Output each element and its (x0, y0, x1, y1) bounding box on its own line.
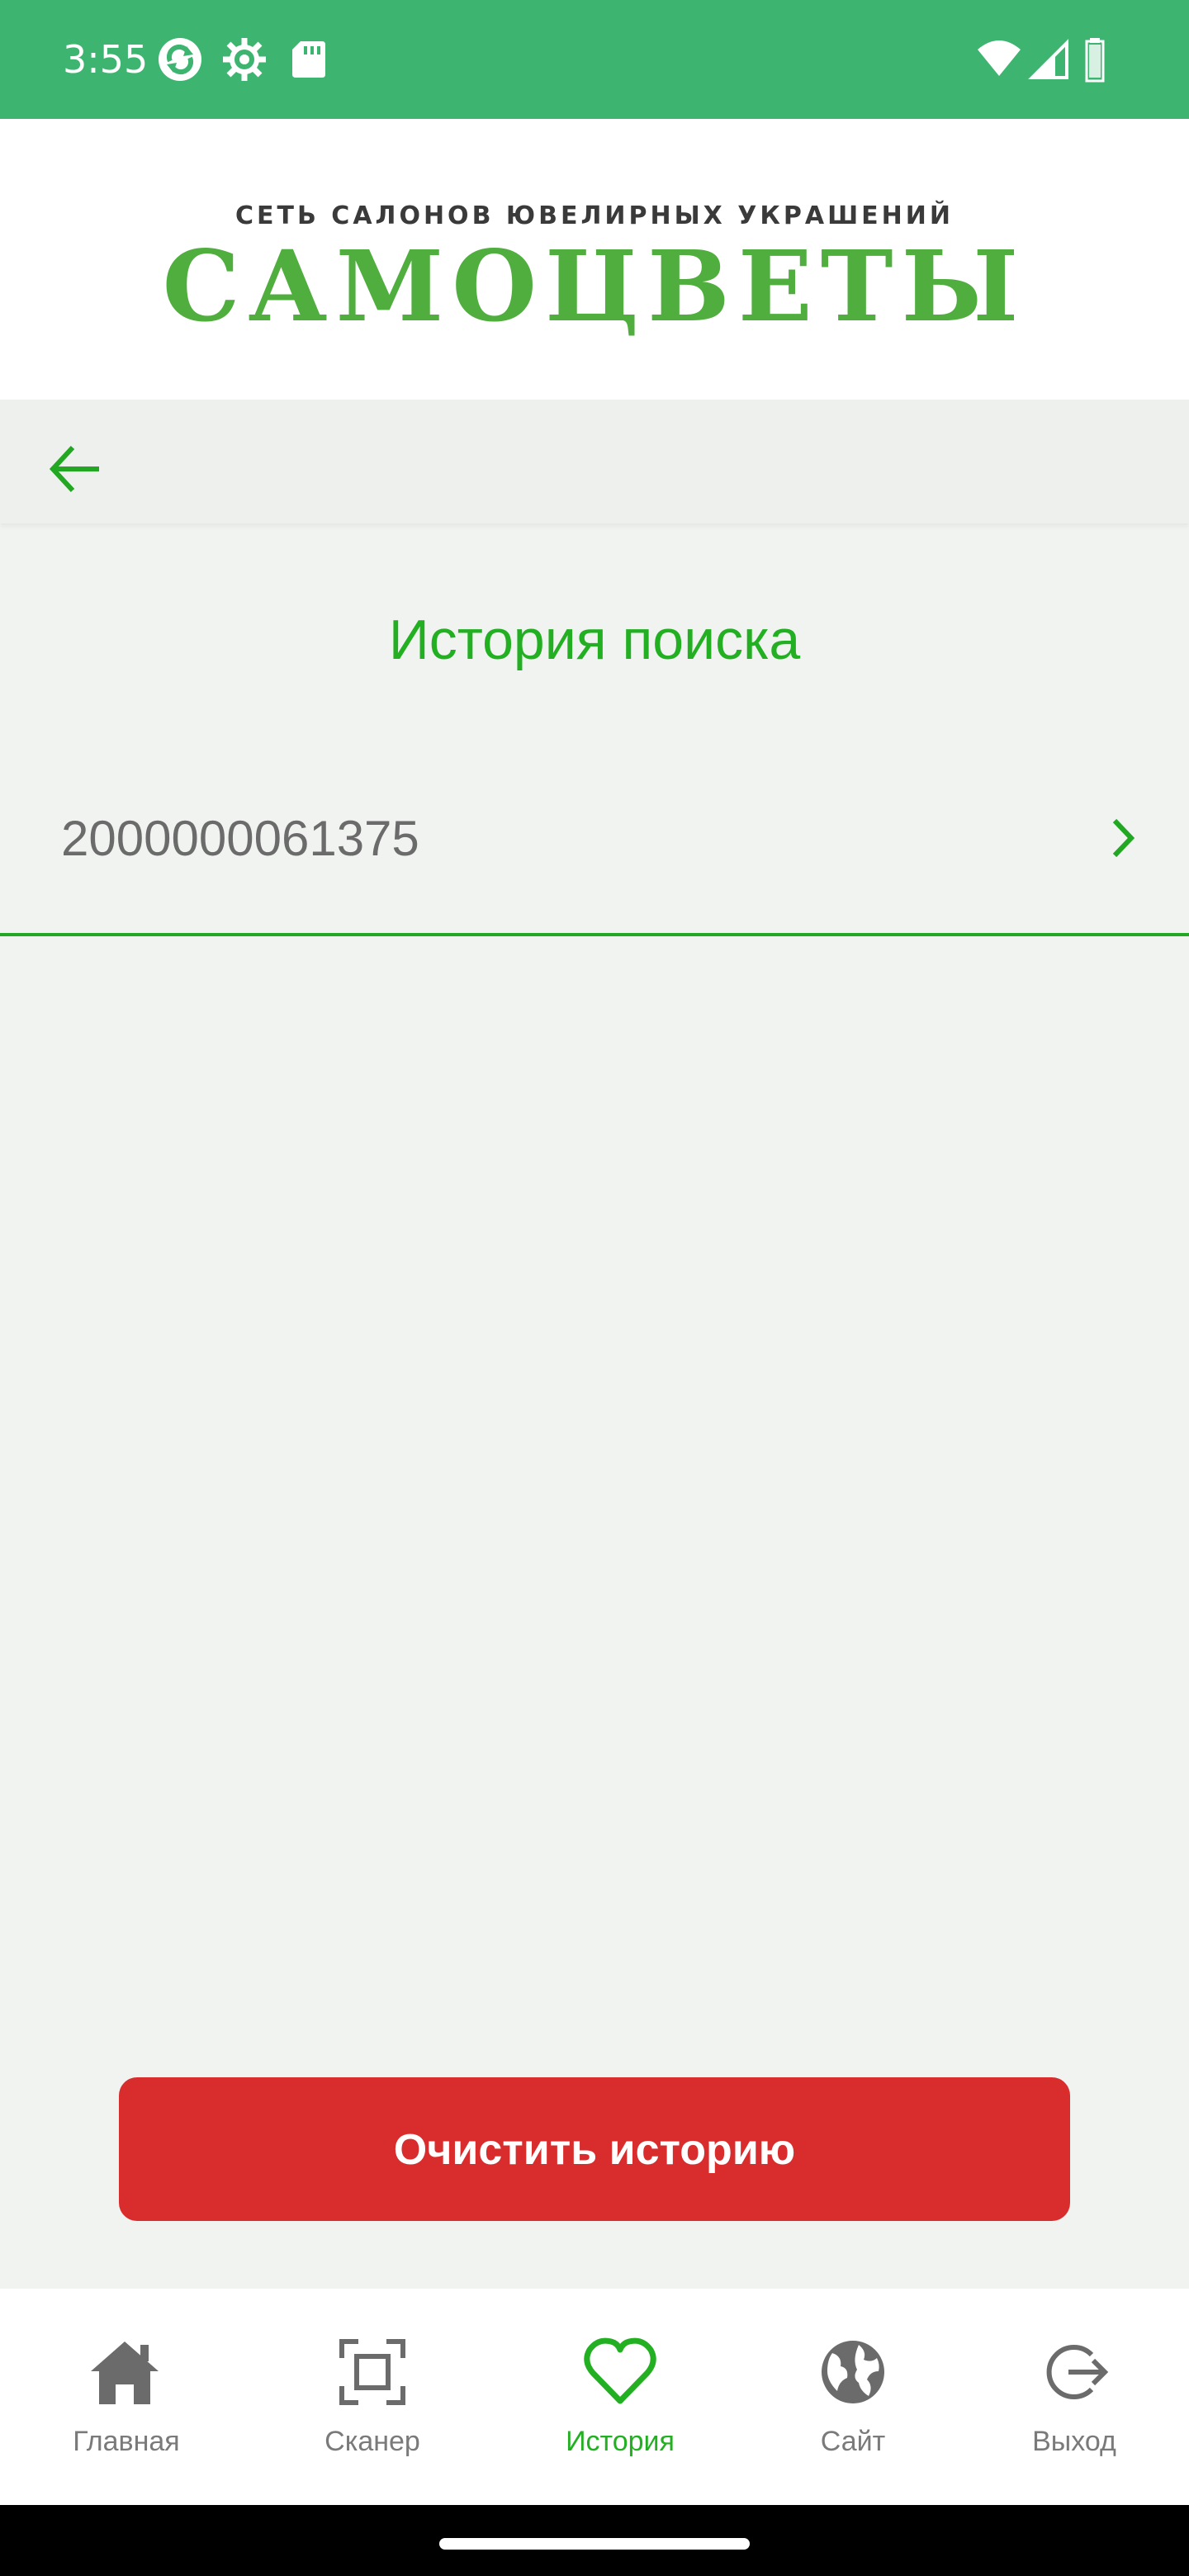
home-icon (91, 2342, 159, 2404)
nav-item-site[interactable]: Сайт (766, 2289, 940, 2505)
status-bar: 3:55 (0, 0, 1189, 119)
nav-item-home[interactable]: Главная (40, 2289, 213, 2505)
app-header: СЕТЬ САЛОНОВ ЮВЕЛИРНЫХ УКРАШЕНИЙ САМОЦВЕ… (0, 119, 1189, 400)
nav-label-logout: Выход (1032, 2426, 1116, 2457)
system-navigation-bar (0, 2505, 1189, 2576)
heart-icon (584, 2337, 656, 2404)
nav-item-logout[interactable]: Выход (988, 2289, 1161, 2505)
nav-label-history: История (566, 2426, 675, 2457)
home-gesture-handle[interactable] (439, 2538, 750, 2550)
sync-icon (159, 38, 201, 81)
status-time: 3:55 (63, 37, 149, 82)
nav-label-home: Главная (73, 2426, 180, 2457)
nav-item-scanner[interactable]: Сканер (286, 2289, 459, 2505)
page-title: История поиска (388, 608, 801, 671)
battery-icon (1085, 38, 1105, 83)
bottom-navigation: Главная Сканер История Сайт Выход (0, 2289, 1189, 2505)
arrow-left-icon[interactable] (36, 429, 116, 509)
toolbar (0, 400, 1189, 523)
history-list-item[interactable]: 2000000061375 (0, 768, 1189, 938)
clear-history-button[interactable]: Очистить историю (119, 2077, 1070, 2221)
chevron-right-icon (1112, 818, 1135, 858)
list-divider (0, 933, 1189, 936)
cell-signal-icon (1028, 39, 1068, 79)
logo-title: САМОЦВЕТЫ (162, 229, 1027, 343)
nav-item-history[interactable]: История (533, 2289, 707, 2505)
sd-card-icon (292, 41, 325, 78)
logo-subtitle: СЕТЬ САЛОНОВ ЮВЕЛИРНЫХ УКРАШЕНИЙ (235, 201, 954, 230)
scanner-icon (339, 2339, 405, 2405)
nav-label-site: Сайт (820, 2426, 886, 2457)
globe-icon (822, 2341, 884, 2403)
settings-gear-icon (223, 38, 266, 81)
logout-icon (1046, 2345, 1109, 2399)
history-item-value: 2000000061375 (61, 811, 419, 866)
wifi-icon (978, 40, 1021, 76)
nav-label-scanner: Сканер (324, 2426, 420, 2457)
